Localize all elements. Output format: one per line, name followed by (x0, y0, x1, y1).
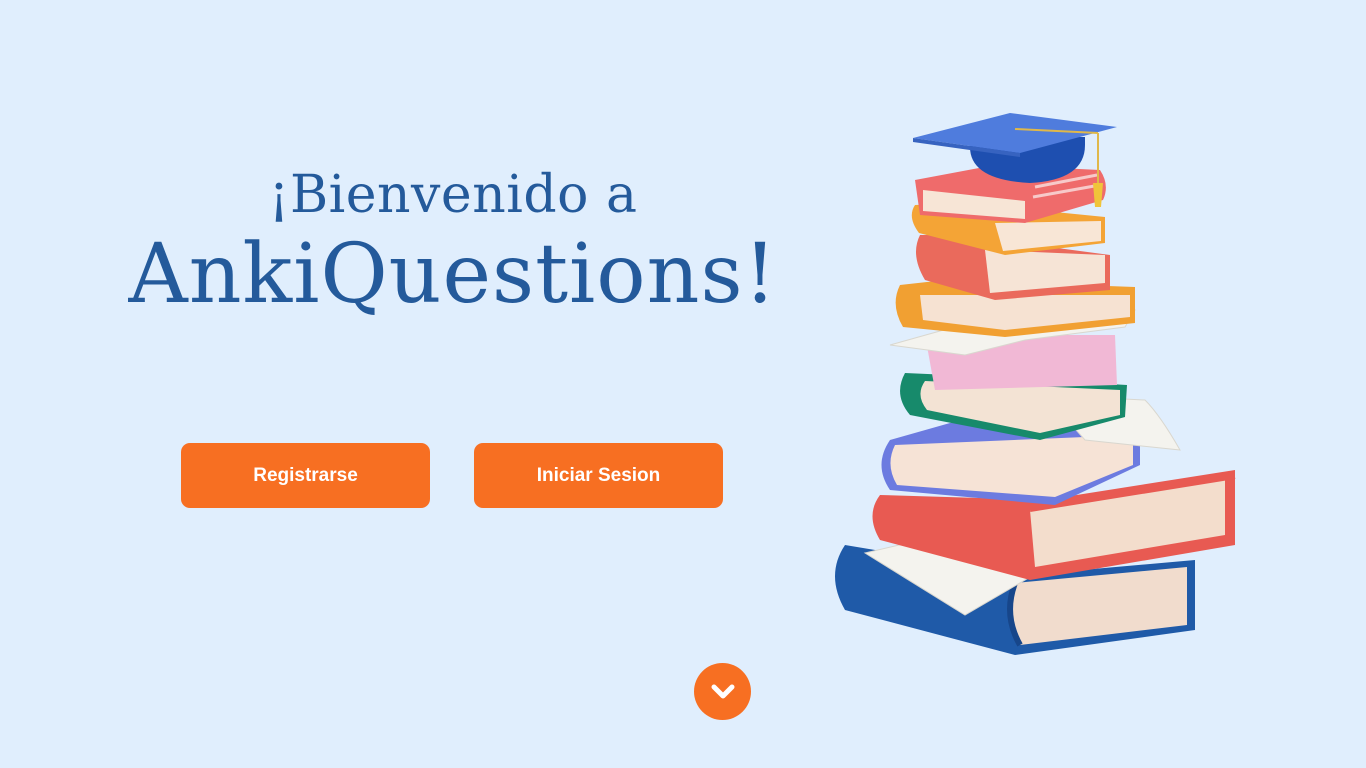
login-button-label: Iniciar Sesion (536, 464, 661, 486)
scroll-down-button[interactable] (694, 663, 751, 720)
chevron-down-icon (711, 684, 734, 698)
hero-title: ¡Bienvenido a AnkiQuestions! (0, 160, 906, 320)
register-button-label: Registrarse (253, 464, 358, 486)
welcome-line: ¡Bienvenido a (268, 165, 638, 225)
books-illustration (835, 113, 1236, 655)
login-button[interactable]: Iniciar Sesion (474, 443, 723, 508)
app-name: AnkiQuestions! (128, 227, 778, 322)
register-button[interactable]: Registrarse (181, 443, 430, 508)
